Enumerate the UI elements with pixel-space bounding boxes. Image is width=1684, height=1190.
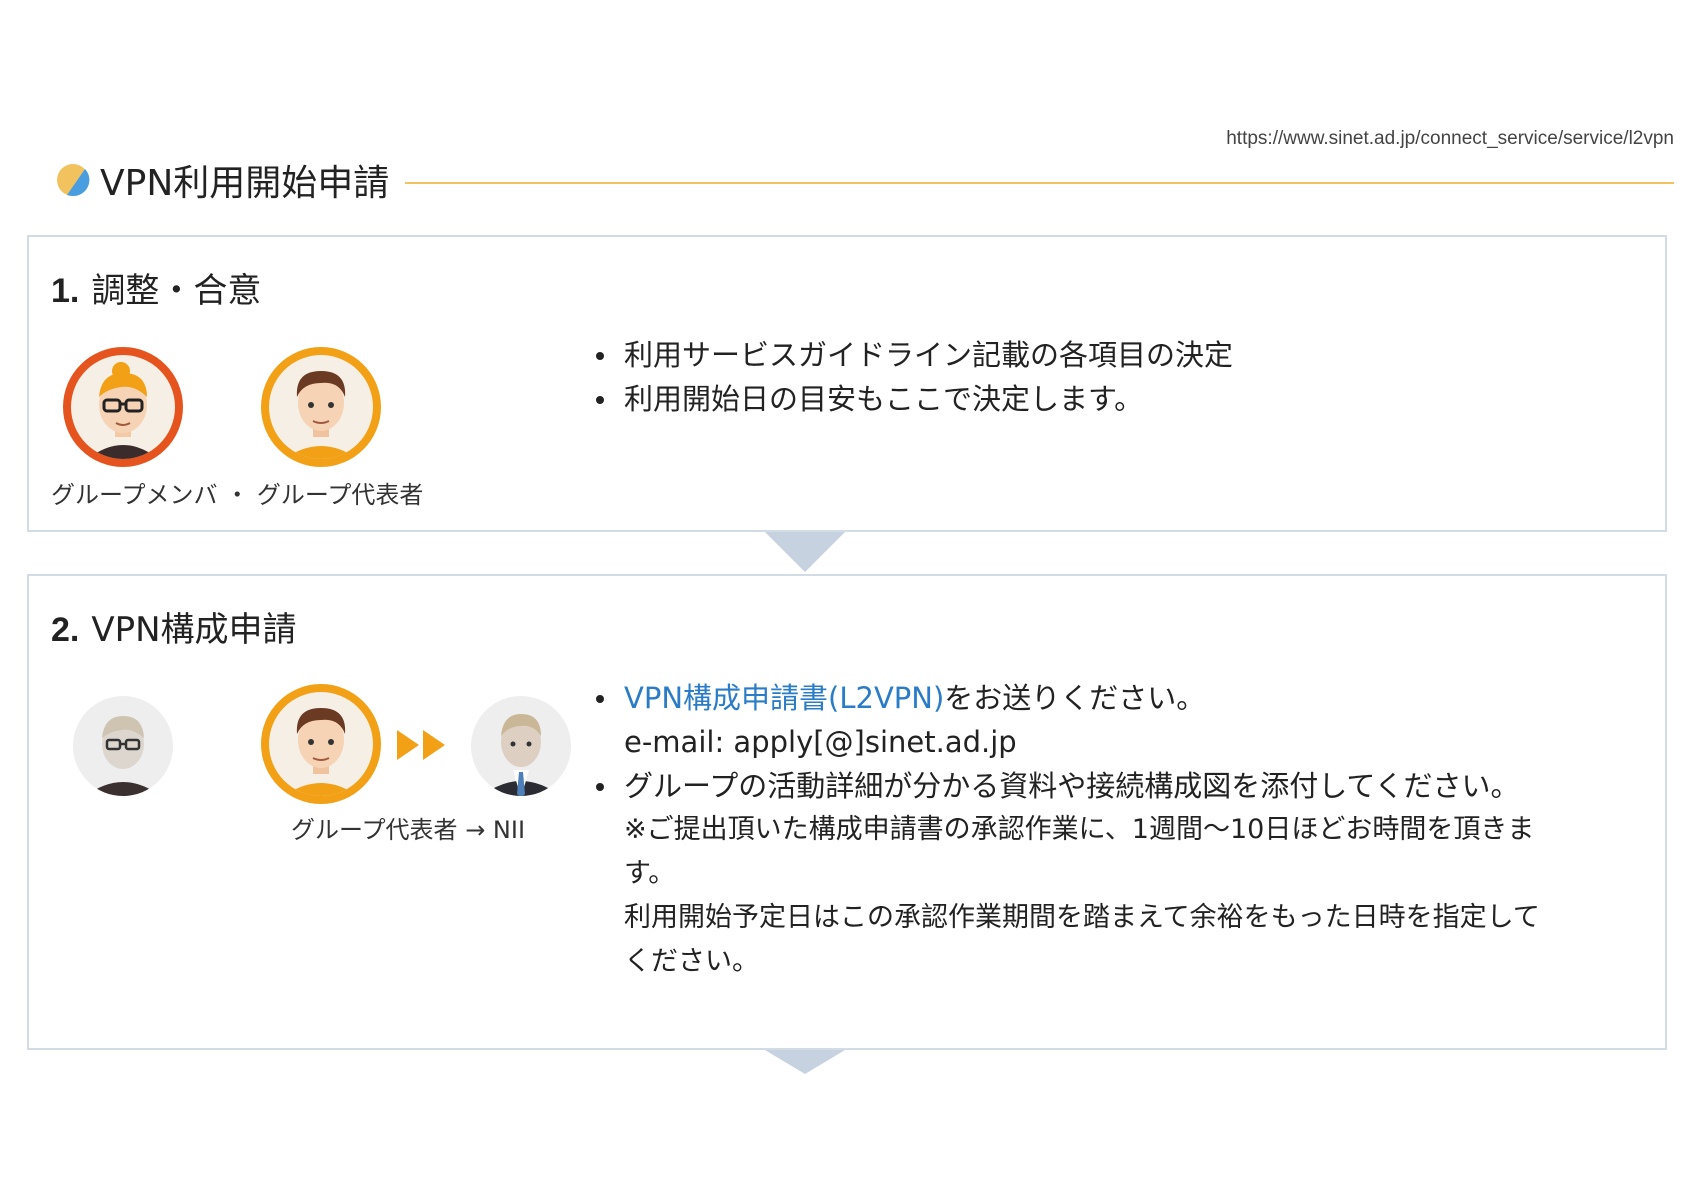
fast-forward-icon <box>397 730 445 760</box>
nii-staff-avatar-icon <box>471 696 571 796</box>
note-line-4: ください。 <box>624 946 759 977</box>
title-bullet-icon <box>57 164 90 197</box>
step-1-panel: 1. 調整・合意 グループメンバ ・ グループ代表者 利用サービスガイドライン記… <box>27 235 1667 532</box>
step-arrow-down-icon <box>765 1050 845 1074</box>
step-2-title: VPN構成申請 <box>91 610 297 650</box>
step-1-bullet-list: 利用サービスガイドライン記載の各項目の決定 利用開始日の目安もここで決定します。 <box>594 333 1233 421</box>
note-line-3: 利用開始予定日はこの承認作業期間を踏まえて余裕をもった日時を指定して <box>624 902 1540 933</box>
email-line: e-mail: apply[@]sinet.ad.jp <box>624 725 1017 759</box>
step-2-actors-caption: グループ代表者 → NII <box>291 816 526 844</box>
title-divider <box>405 182 1674 184</box>
step-1-number: 1. <box>51 272 80 310</box>
group-representative-avatar-icon <box>261 684 381 804</box>
step-2-bullet-list: VPN構成申請書(L2VPN)をお送りください。 e-mail: apply[@… <box>594 676 1540 984</box>
group-member-avatar-icon <box>63 347 183 467</box>
source-url[interactable]: https://www.sinet.ad.jp/connect_service/… <box>1226 128 1674 150</box>
step-1-heading: 1. 調整・合意 <box>51 263 261 312</box>
note-line-2: す。 <box>624 858 676 889</box>
page-title: VPN利用開始申請 <box>100 163 390 204</box>
step-1-actors-caption: グループメンバ ・ グループ代表者 <box>51 481 424 509</box>
step-1-title: 調整・合意 <box>91 271 262 311</box>
list-item: グループの活動詳細が分かる資料や接続構成図を添付してください。 <box>594 764 1540 808</box>
note-line-1: ※ご提出頂いた構成申請書の承認作業に、1週間〜10日ほどお時間を頂きま <box>624 814 1535 845</box>
step-2-heading: 2. VPN構成申請 <box>51 602 297 651</box>
page-title-row: VPN利用開始申請 <box>56 152 1674 208</box>
step-2-panel: 2. VPN構成申請 グループ代表者 → NII VPN構成申請書(L2VPN)… <box>27 574 1667 1050</box>
vpn-application-form-link[interactable]: VPN構成申請書(L2VPN) <box>624 681 944 715</box>
list-item: 利用サービスガイドライン記載の各項目の決定 <box>594 333 1233 377</box>
step-2-number: 2. <box>51 611 80 649</box>
list-item: VPN構成申請書(L2VPN)をお送りください。 <box>594 676 1540 720</box>
step-arrow-down-icon <box>765 532 845 572</box>
bullet-1-text: をお送りください。 <box>944 681 1206 715</box>
group-member-avatar-faded-icon <box>73 696 173 796</box>
list-item: 利用開始日の目安もここで決定します。 <box>594 377 1233 421</box>
group-representative-avatar-icon <box>261 347 381 467</box>
